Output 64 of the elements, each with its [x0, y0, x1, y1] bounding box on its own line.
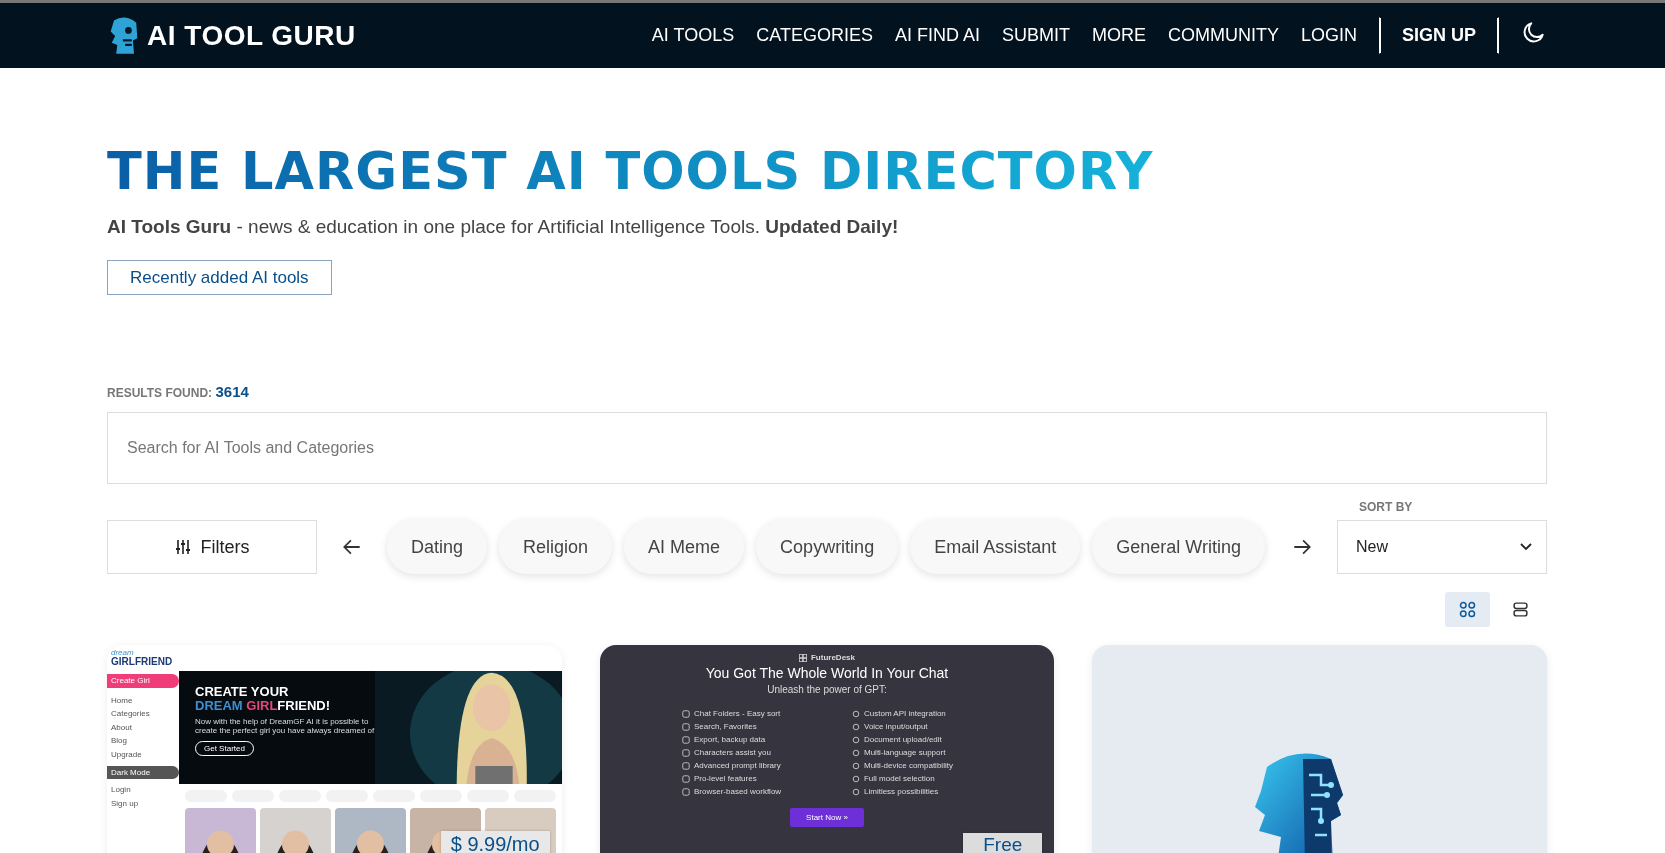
category-chip[interactable]: General Writing [1092, 520, 1265, 574]
feature-text: Custom API integration [864, 709, 946, 718]
feature-text: Document upload/edit [864, 735, 942, 744]
list-icon [1512, 601, 1529, 618]
start-now-button: Start Now » [790, 808, 864, 827]
grid-icon [799, 653, 807, 662]
results-count: RESULTS FOUND: 3614 [107, 383, 250, 400]
feature-text: Advanced prompt library [694, 761, 781, 770]
sidebar-item: Categories [110, 708, 151, 721]
search-field[interactable]: Search for AI Tools and Categories [107, 412, 1547, 484]
feature-text: Search, Favorites [694, 722, 757, 731]
sidebar-item: Upgrade [110, 748, 143, 761]
sliders-icon [174, 539, 191, 555]
grid-icon [1459, 601, 1476, 618]
category-chip[interactable]: Copywriting [756, 520, 899, 574]
page-subtitle: AI Tools Guru - news & education in one place for Artificial Intelligence Tools. Updated Daily! [107, 216, 900, 238]
sidebar-item: Create Girl [107, 674, 179, 688]
category-chip[interactable]: Email Assistant [910, 520, 1081, 574]
card-headline: You Got The Whole World In Your Chat [705, 665, 949, 681]
banner-description: Now with the help of DreamGF AI it is possible to create the perfect girl you have always dreamed of [195, 716, 375, 736]
sidebar-item: Home [110, 694, 134, 707]
nav-link[interactable]: MORE [1091, 25, 1146, 46]
site-logo: dream GIRLFRIEND [111, 649, 173, 667]
sign-up-button[interactable]: SIGN UP [1379, 17, 1499, 54]
feature-text: Pro-level features [694, 774, 757, 783]
chevron-down-icon [1520, 543, 1532, 551]
grid-view-button[interactable] [1445, 592, 1490, 627]
nav-link[interactable]: AI TOOLS [651, 25, 735, 46]
feature-text: Multi-language support [864, 748, 946, 757]
tool-card[interactable] [1092, 645, 1547, 853]
sidebar-item: About [110, 721, 133, 734]
brand-name: FutureDesk [811, 653, 855, 662]
filters-button[interactable]: Filters [107, 520, 317, 574]
price-badge: $ 9.99/mo [440, 831, 550, 853]
recently-added-button[interactable]: Recently added AI tools [107, 260, 332, 295]
feature-text: Voice input/output [864, 722, 928, 731]
sidebar-item: Dark Mode [107, 765, 179, 780]
category-chip[interactable]: Dating [387, 520, 488, 574]
card-subtitle: Unleash the power of GPT: [767, 684, 887, 695]
banner-headline: CREATE YOUR [195, 685, 290, 700]
price-badge: Free [963, 833, 1043, 853]
nav-link[interactable]: CATEGORIES [756, 25, 873, 46]
sidebar-item: Login [110, 784, 132, 797]
category-chip[interactable]: AI Meme [624, 520, 745, 574]
site-logo-text[interactable]: AI TOOL GURU [147, 19, 356, 52]
tool-card[interactable] [599, 645, 1055, 853]
feature-text: Full model selection [864, 774, 935, 783]
nav-link[interactable]: LOGIN [1300, 25, 1357, 46]
banner-headline: DREAM GIRLFRIEND! [195, 699, 332, 714]
category-chip[interactable]: Religion [499, 520, 613, 574]
feature-text: Limitless possibilities [864, 787, 939, 796]
feature-text: Export, backup data [694, 735, 766, 744]
feature-text: Characters assist you [694, 748, 771, 757]
tool-card[interactable] [107, 645, 562, 853]
feature-text: Chat Folders - Easy sort [694, 709, 781, 718]
feature-text: Browser-based workflow [694, 787, 782, 796]
feature-text: Multi-device compatibility [864, 761, 953, 770]
nav-link[interactable]: AI FIND AI [894, 25, 980, 46]
sort-dropdown[interactable]: New [1337, 520, 1547, 574]
sort-by-label: SORT BY [1359, 500, 1414, 514]
nav-link[interactable]: COMMUNITY [1167, 25, 1279, 46]
sidebar-item: Sign up [110, 797, 140, 810]
sidebar-item: Blog [110, 735, 128, 748]
nav-link[interactable]: SUBMIT [1001, 25, 1070, 46]
